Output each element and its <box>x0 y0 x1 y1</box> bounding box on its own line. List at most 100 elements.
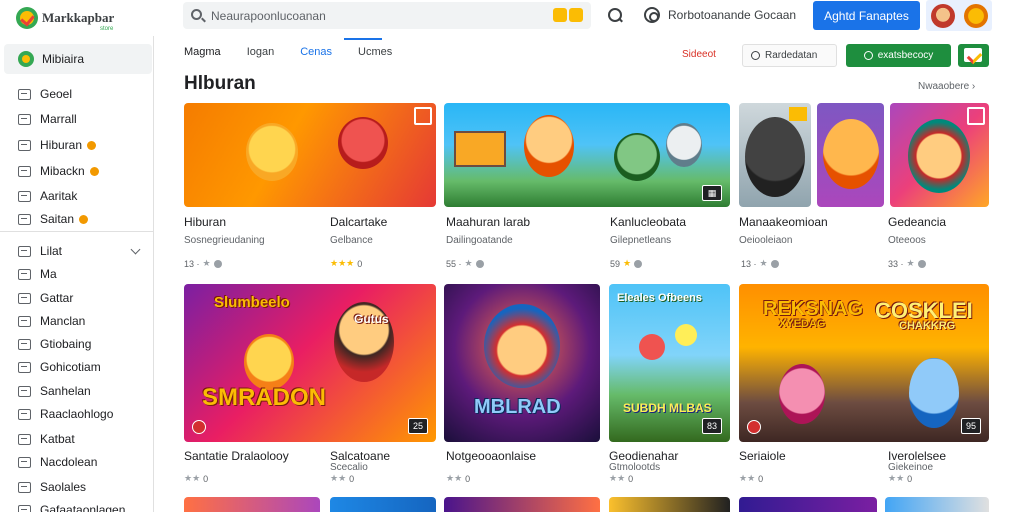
signin-button[interactable]: Aghtd Fanaptes <box>813 1 920 30</box>
tab-books[interactable]: Ucmes <box>358 46 392 64</box>
tag-icon <box>789 107 807 121</box>
see-more-link[interactable]: Nwaaobere › <box>918 81 975 92</box>
avatar[interactable] <box>930 3 955 28</box>
game-art-title: Eleales Ofbeens <box>617 292 702 304</box>
sidebar-item[interactable]: Aaritak <box>18 188 77 204</box>
avatar[interactable] <box>963 3 988 28</box>
sidebar-item[interactable]: Mibackn <box>18 163 99 179</box>
tab-games[interactable]: Magma <box>184 46 221 64</box>
app-thumbnail[interactable]: ▦ <box>444 103 730 207</box>
sidebar-item[interactable]: Marrall <box>18 111 77 127</box>
help-link[interactable]: Rorbotoanande Gocaan <box>644 6 796 24</box>
age-rating-icon <box>192 420 206 434</box>
rating-value: 13 · <box>184 258 200 269</box>
star-icon: ★★ <box>330 473 347 483</box>
sidebar-item[interactable]: Lilat <box>18 243 62 259</box>
new-badge <box>87 140 97 150</box>
app-thumbnail[interactable] <box>817 103 884 207</box>
sidebar-item[interactable]: Gtiobaing <box>18 336 91 352</box>
sidebar-item[interactable]: Katbat <box>18 431 75 447</box>
app-rating: 55 · ★ <box>446 258 484 269</box>
account-avatars[interactable] <box>926 0 992 31</box>
sidebar-item[interactable]: Gohicotiam <box>18 359 101 375</box>
chevron-down-icon[interactable] <box>130 244 141 255</box>
app-subtitle: Gtmolootds <box>609 462 661 473</box>
search-input[interactable] <box>211 7 531 24</box>
rating-value: 33 · <box>888 258 904 269</box>
info-icon <box>917 259 926 268</box>
sidebar-item-home[interactable]: Mibiaira <box>4 44 152 74</box>
category-icon <box>18 481 31 493</box>
app-thumbnail[interactable] <box>739 103 811 207</box>
category-icon <box>18 113 31 125</box>
app-thumbnail[interactable]: MBLRAD <box>444 284 600 442</box>
app-thumbnail[interactable]: Eleales Ofbeens SUBDH MLBAS 83 <box>609 284 730 442</box>
category-icon <box>18 268 31 280</box>
sidebar-item-label: Lilat <box>40 244 63 258</box>
sidebar-item[interactable]: Hiburan <box>18 137 97 153</box>
star-icon: ★ <box>906 258 915 268</box>
bookmark-icon[interactable] <box>414 107 432 125</box>
app-thumbnail[interactable] <box>739 497 877 512</box>
game-art-title: Gutus <box>354 312 389 326</box>
sidebar: Mibiaira Geoel Marrall Hiburan Mibackn A… <box>0 36 154 512</box>
bookmark-icon[interactable] <box>967 107 985 125</box>
tab-apps[interactable]: Iogan <box>247 46 275 64</box>
sidebar-item[interactable]: Gafaataonlagen <box>18 502 125 512</box>
top-bar: Markkapbar store Rorbotoanande Gocaan Ag… <box>0 0 1024 36</box>
sidebar-item[interactable]: Raaclaohlogo <box>18 406 113 422</box>
app-thumbnail[interactable] <box>330 497 436 512</box>
sidebar-item[interactable]: Saitan <box>18 211 89 227</box>
logo-subtext: store <box>100 26 114 32</box>
voice-search-icon[interactable] <box>553 8 583 23</box>
sidebar-item[interactable]: Ma <box>18 266 57 282</box>
app-thumbnail[interactable] <box>609 497 730 512</box>
store-logo[interactable]: Markkapbar store <box>16 5 140 32</box>
category-icon <box>18 385 31 397</box>
sidebar-item[interactable]: Geoel <box>18 86 72 102</box>
app-thumbnail[interactable]: REKSNAG XYEDAG COSKLEI CHAKKRG 95 <box>739 284 989 442</box>
sidebar-item[interactable]: Gattar <box>18 290 73 306</box>
app-thumbnail[interactable] <box>885 497 989 512</box>
app-rating: 59 ★ <box>610 258 643 269</box>
category-icon <box>18 165 31 177</box>
app-thumbnail[interactable] <box>184 497 320 512</box>
filter-button[interactable]: Rardedatan <box>742 44 837 67</box>
app-rating: ★★ 0 <box>609 473 633 484</box>
sidebar-item-label: Ma <box>40 267 57 281</box>
info-icon <box>475 259 484 268</box>
tab-movies[interactable]: Cenas <box>300 46 332 64</box>
rating-value: 0 <box>349 473 355 484</box>
category-icon <box>18 213 31 225</box>
share-icon[interactable] <box>958 44 989 67</box>
app-thumbnail[interactable]: Slumbeelo SMRADON 25 <box>184 284 436 442</box>
app-title: Manaakeomioan <box>739 215 828 229</box>
install-button[interactable]: exatsbecocy <box>846 44 951 67</box>
app-thumbnail[interactable] <box>890 103 989 207</box>
app-title: Seriaiole <box>739 449 786 463</box>
info-icon <box>770 259 779 268</box>
sidebar-item[interactable]: Saolales <box>18 479 86 495</box>
section-title: Hlburan <box>184 73 256 94</box>
sidebar-item[interactable]: Manclan <box>18 313 85 329</box>
tab-indicator <box>344 38 382 40</box>
app-subtitle: Giekeinoe <box>888 462 934 473</box>
sidebar-item[interactable]: Nacdolean <box>18 454 97 470</box>
rating-value: 13 · <box>741 258 757 269</box>
rating-value: 55 · <box>446 258 462 269</box>
app-title: Geodienahar <box>609 449 679 463</box>
search-bar[interactable] <box>183 2 591 29</box>
star-icon: ★★ <box>888 473 905 483</box>
app-thumbnail[interactable] <box>444 497 600 512</box>
app-thumbnail[interactable] <box>184 103 436 207</box>
help-text: Rorbotoanande Gocaan <box>668 8 797 22</box>
search-button[interactable] <box>606 6 624 24</box>
sidebar-item-label: Raaclaohlogo <box>40 407 114 421</box>
install-icon <box>863 51 873 60</box>
game-art-subtitle: XYEDAG <box>779 318 826 330</box>
rating-value: 59 <box>610 258 621 269</box>
sidebar-item-label: Aaritak <box>40 189 78 203</box>
select-link[interactable]: Sideeot <box>682 49 716 60</box>
sidebar-item[interactable]: Sanhelan <box>18 383 91 399</box>
category-icon <box>18 190 31 202</box>
